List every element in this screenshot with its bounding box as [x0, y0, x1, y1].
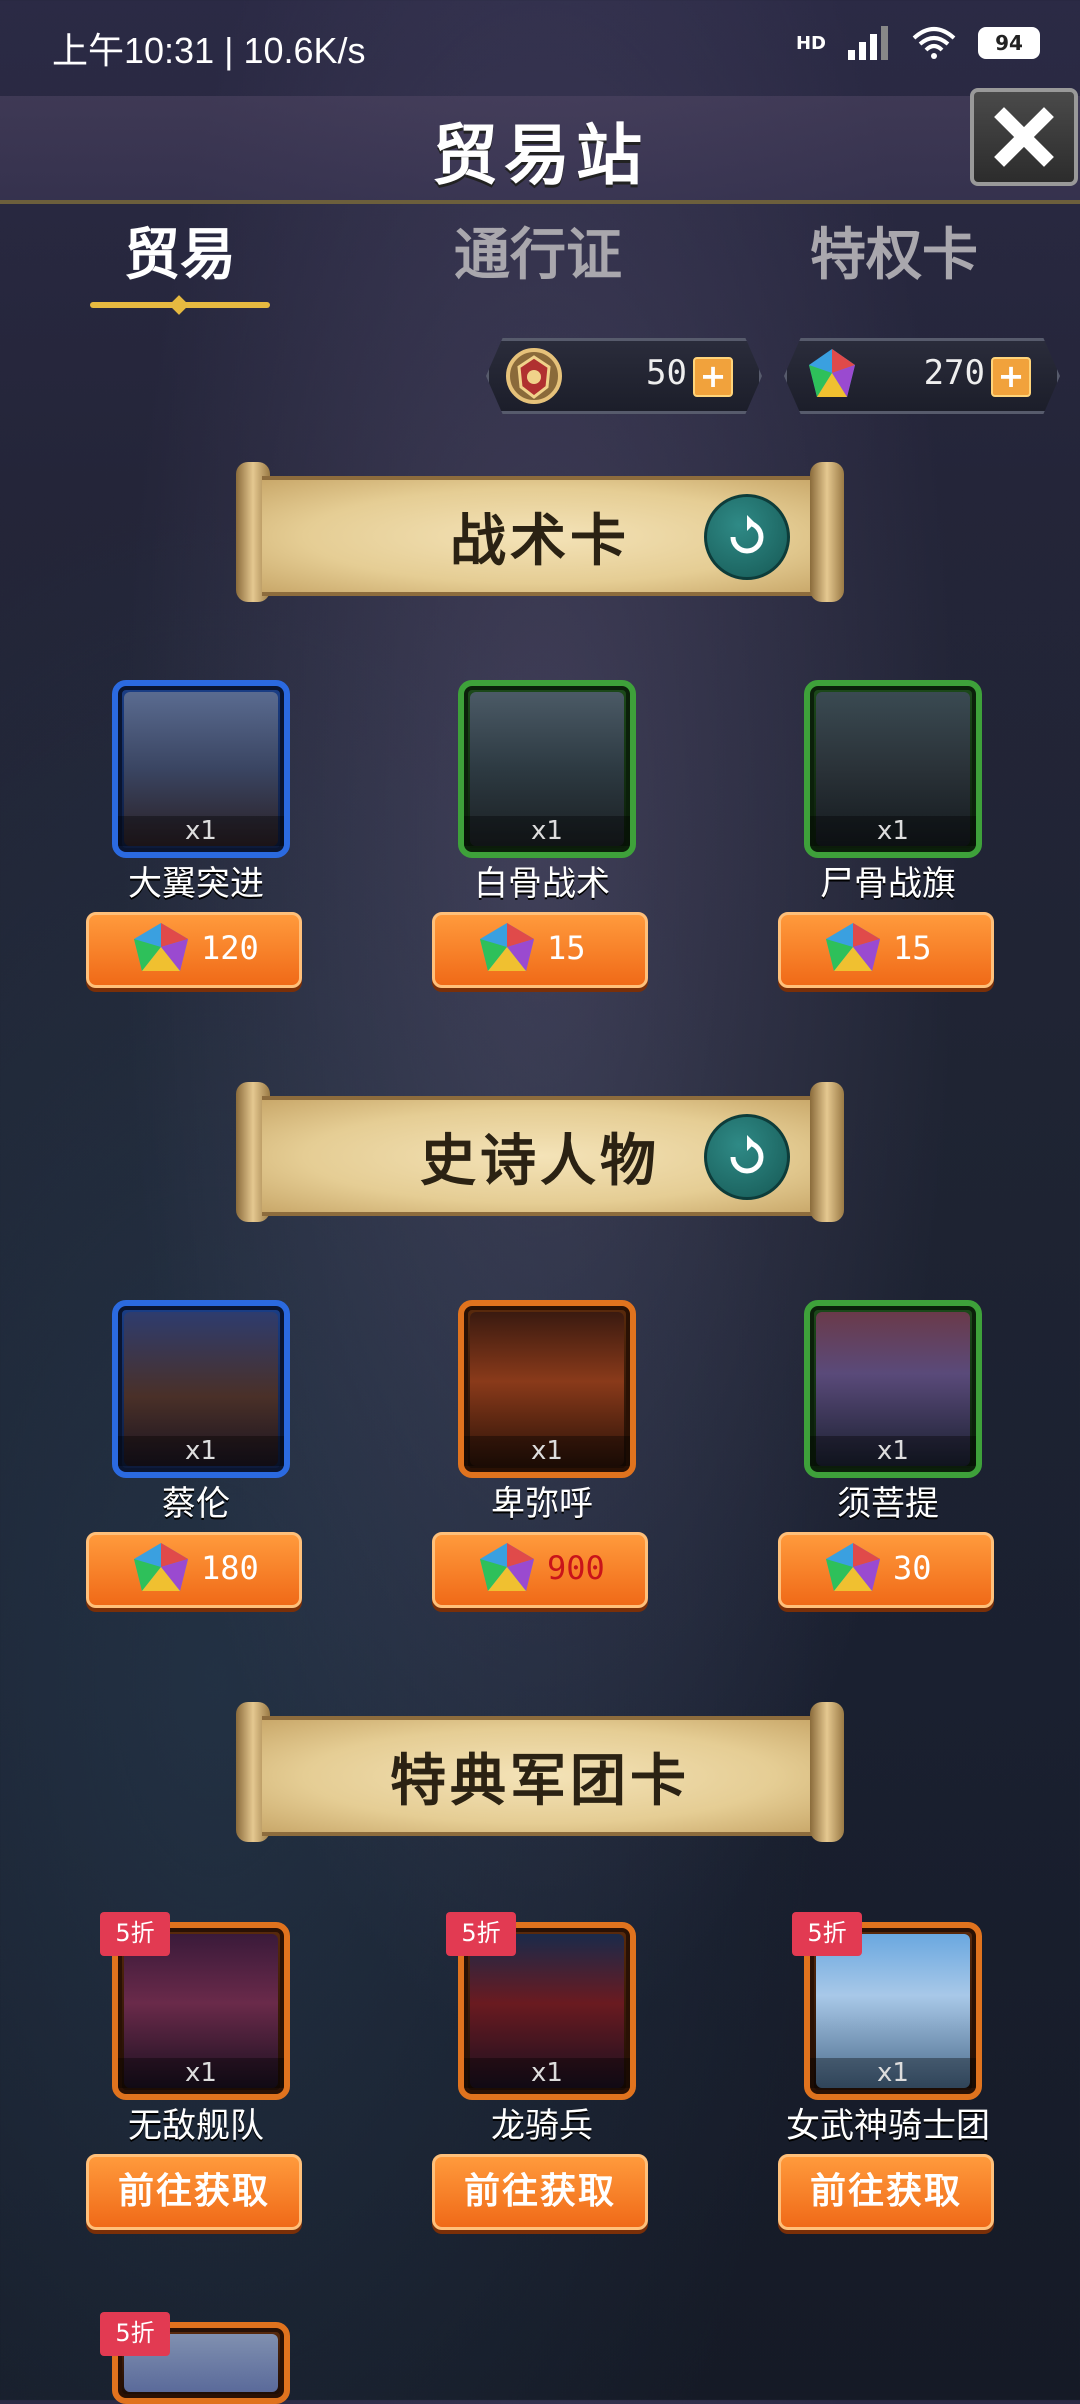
card-name: 尸骨战旗	[820, 864, 956, 904]
card-frame: x1	[112, 680, 290, 858]
hero-card-item[interactable]: x1 卑弥呼 900	[432, 1300, 652, 1620]
gem-icon	[480, 923, 534, 971]
section-banner-tactics: 战术卡	[232, 462, 848, 602]
legion-card-item[interactable]: x1 5折 无敌舰队 前往获取	[86, 1912, 306, 2242]
legion-card-item-partial[interactable]: 5折	[86, 2312, 306, 2404]
refresh-button[interactable]	[704, 1114, 790, 1200]
gem-icon	[826, 923, 880, 971]
buy-button[interactable]: 180	[86, 1532, 302, 1608]
card-name: 大翼突进	[128, 864, 264, 904]
section-banner-heroes: 史诗人物	[232, 1082, 848, 1222]
card-quantity: x1	[810, 1436, 976, 1466]
card-name: 女武神骑士团	[786, 2106, 990, 2146]
hero-card-item[interactable]: x1 蔡伦 180	[86, 1300, 306, 1620]
tactic-card-item[interactable]: x1 白骨战术 15	[432, 680, 652, 1000]
tactic-card-item[interactable]: x1 大翼突进 120	[86, 680, 306, 1000]
section-title: 特典军团卡	[390, 1749, 690, 1814]
buy-button[interactable]: 120	[86, 912, 302, 988]
battery-icon: 94	[978, 27, 1040, 59]
card-quantity: x1	[118, 2058, 284, 2088]
section-banner-legion: 特典军团卡	[232, 1702, 848, 1842]
status-bar: 上午10:31 | 10.6K/s HD 94	[0, 0, 1080, 96]
card-frame: x1	[804, 1300, 982, 1478]
card-quantity: x1	[118, 816, 284, 846]
gem-icon	[134, 923, 188, 971]
discount-badge: 5折	[100, 2312, 170, 2356]
wifi-icon	[912, 27, 956, 59]
emblem-icon	[506, 348, 562, 404]
buy-button[interactable]: 15	[778, 912, 994, 988]
card-quantity: x1	[810, 816, 976, 846]
price-value: 900	[547, 1549, 605, 1587]
price-value: 180	[201, 1549, 259, 1587]
tactic-card-item[interactable]: x1 尸骨战旗 15	[778, 680, 998, 1000]
signal-icon	[848, 26, 890, 60]
price-value: 120	[201, 929, 259, 967]
hero-card-item[interactable]: x1 须菩提 30	[778, 1300, 998, 1620]
card-name: 龙骑兵	[491, 2106, 593, 2146]
discount-badge: 5折	[792, 1912, 862, 1956]
card-name: 卑弥呼	[491, 1484, 593, 1524]
buy-button[interactable]: 30	[778, 1532, 994, 1608]
legion-card-item[interactable]: x1 5折 女武神骑士团 前往获取	[778, 1912, 998, 2242]
go-obtain-button[interactable]: 前往获取	[778, 2154, 994, 2230]
tab-indicator	[169, 295, 189, 315]
card-quantity: x1	[464, 1436, 630, 1466]
card-name: 蔡伦	[162, 1484, 230, 1524]
tab-trade[interactable]: 贸易	[60, 210, 300, 291]
card-name: 无敌舰队	[128, 2106, 264, 2146]
close-icon	[994, 107, 1054, 167]
legion-card-item[interactable]: x1 5折 龙骑兵 前往获取	[432, 1912, 652, 2242]
buy-button[interactable]: 900	[432, 1532, 648, 1608]
discount-badge: 5折	[100, 1912, 170, 1956]
page-title: 贸易站	[432, 117, 648, 194]
card-frame: x1	[458, 1300, 636, 1478]
card-name: 白骨战术	[474, 864, 610, 904]
header: 贸易站	[0, 88, 1080, 204]
gem-icon	[134, 1543, 188, 1591]
refresh-icon	[730, 515, 764, 554]
card-quantity: x1	[810, 2058, 976, 2088]
currency-gem: 270 +	[784, 338, 1060, 414]
card-name: 须菩提	[837, 1484, 939, 1524]
refresh-button[interactable]	[704, 494, 790, 580]
price-value: 15	[893, 929, 932, 967]
emblem-amount: 50	[646, 353, 687, 393]
card-frame: x1	[804, 680, 982, 858]
gem-icon	[480, 1543, 534, 1591]
card-frame: x1	[112, 1300, 290, 1478]
gem-icon	[826, 1543, 880, 1591]
card-quantity: x1	[118, 1436, 284, 1466]
close-button[interactable]	[970, 88, 1078, 186]
go-obtain-button[interactable]: 前往获取	[86, 2154, 302, 2230]
add-emblem-button[interactable]: +	[693, 357, 733, 397]
buy-button[interactable]: 15	[432, 912, 648, 988]
discount-badge: 5折	[446, 1912, 516, 1956]
network-label: HD	[795, 32, 826, 54]
tab-bar: 贸易 通行证 特权卡	[0, 210, 1080, 320]
status-time-speed: 上午10:31 | 10.6K/s	[52, 30, 366, 71]
price-value: 15	[547, 929, 586, 967]
gem-icon	[809, 349, 855, 397]
gem-amount: 270	[923, 353, 985, 393]
add-gem-button[interactable]: +	[991, 357, 1031, 397]
price-value: 30	[893, 1549, 932, 1587]
tab-privilege[interactable]: 特权卡	[774, 210, 1014, 291]
card-quantity: x1	[464, 2058, 630, 2088]
card-quantity: x1	[464, 816, 630, 846]
refresh-icon	[730, 1135, 764, 1174]
tab-pass[interactable]: 通行证	[418, 210, 658, 291]
status-icons: HD 94	[796, 26, 1040, 60]
currency-emblem: 50 +	[486, 338, 762, 414]
card-frame: x1	[458, 680, 636, 858]
go-obtain-button[interactable]: 前往获取	[432, 2154, 648, 2230]
